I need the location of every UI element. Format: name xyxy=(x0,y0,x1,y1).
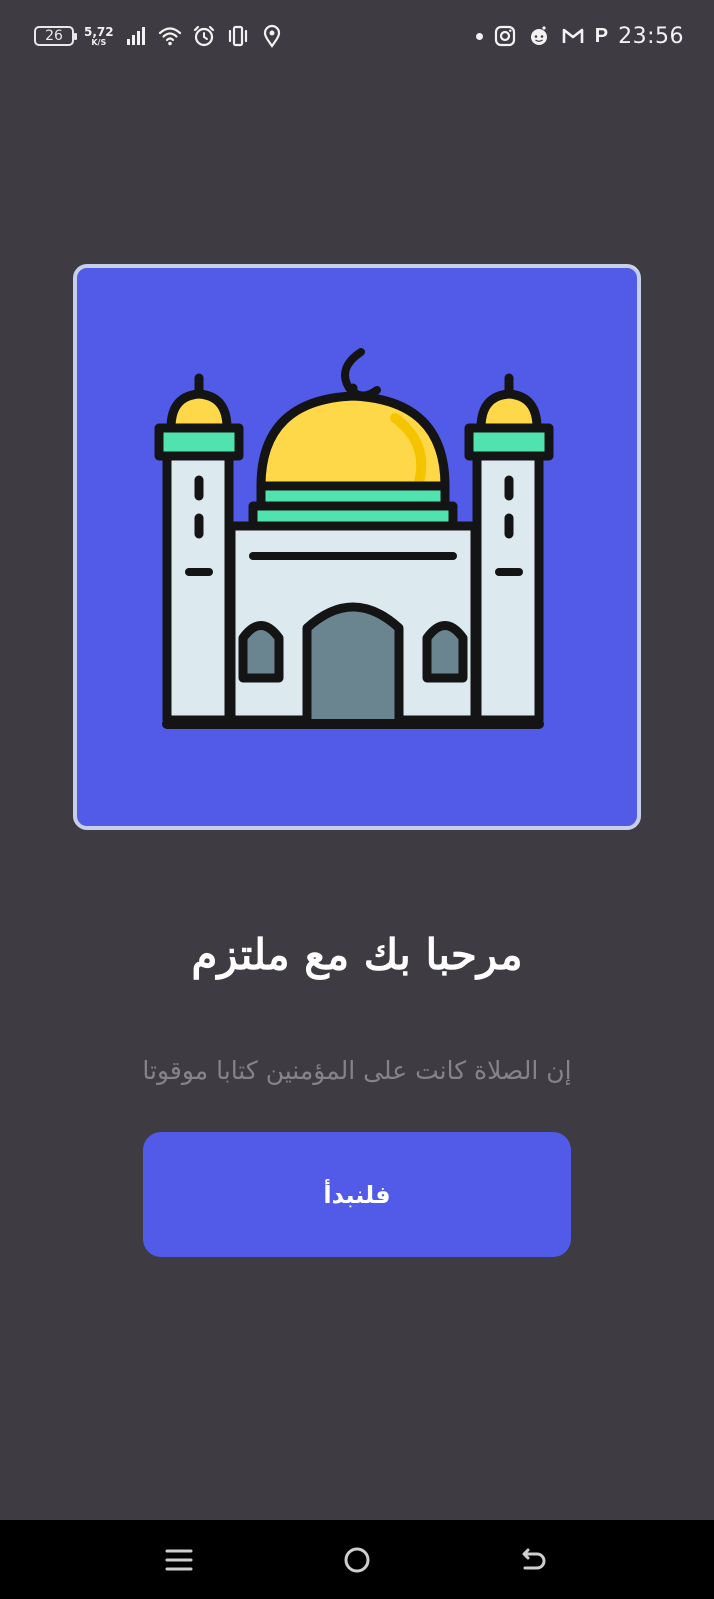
gmail-icon xyxy=(562,28,584,43)
network-speed-unit: K/S xyxy=(91,37,107,47)
location-icon xyxy=(263,24,280,48)
reddit-icon xyxy=(530,26,547,45)
battery-indicator: 26 xyxy=(34,26,77,46)
welcome-screen: 26 5,72 K/S P 23:56 مرحبا بك مع ملتزم إن… xyxy=(0,0,714,1599)
start-button[interactable]: فلنبدأ xyxy=(143,1132,571,1257)
back-icon xyxy=(522,1548,546,1570)
welcome-title: مرحبا بك مع ملتزم xyxy=(191,930,523,979)
home-button[interactable] xyxy=(335,1538,379,1582)
network-speed-value: 5,72 xyxy=(84,24,114,39)
signal-icon xyxy=(126,27,145,45)
status-bar-left: 26 5,72 K/S xyxy=(34,20,284,52)
status-bar-right: P 23:56 xyxy=(475,20,684,52)
network-speed: 5,72 K/S xyxy=(84,26,114,47)
instagram-icon xyxy=(494,25,515,47)
home-icon xyxy=(344,1547,370,1573)
mosque-illustration xyxy=(154,348,554,729)
wifi-icon xyxy=(158,27,181,46)
alarm-icon xyxy=(193,25,214,47)
navigation-bar xyxy=(0,1520,714,1599)
menu-button[interactable] xyxy=(157,1538,201,1582)
hero-card xyxy=(73,264,641,830)
welcome-subtitle: إن الصلاة كانت على المؤمنين كتابا موقوتا xyxy=(142,1056,572,1085)
start-button-label: فلنبدأ xyxy=(323,1180,391,1209)
status-bar: 26 5,72 K/S P 23:56 xyxy=(0,0,714,70)
notification-dot xyxy=(475,32,483,40)
status-clock: 23:56 xyxy=(618,23,684,49)
vibrate-icon xyxy=(228,25,247,47)
p-app-icon: P xyxy=(594,24,609,47)
back-button[interactable] xyxy=(512,1538,556,1582)
menu-icon xyxy=(165,1549,193,1571)
battery-level: 26 xyxy=(45,28,63,44)
